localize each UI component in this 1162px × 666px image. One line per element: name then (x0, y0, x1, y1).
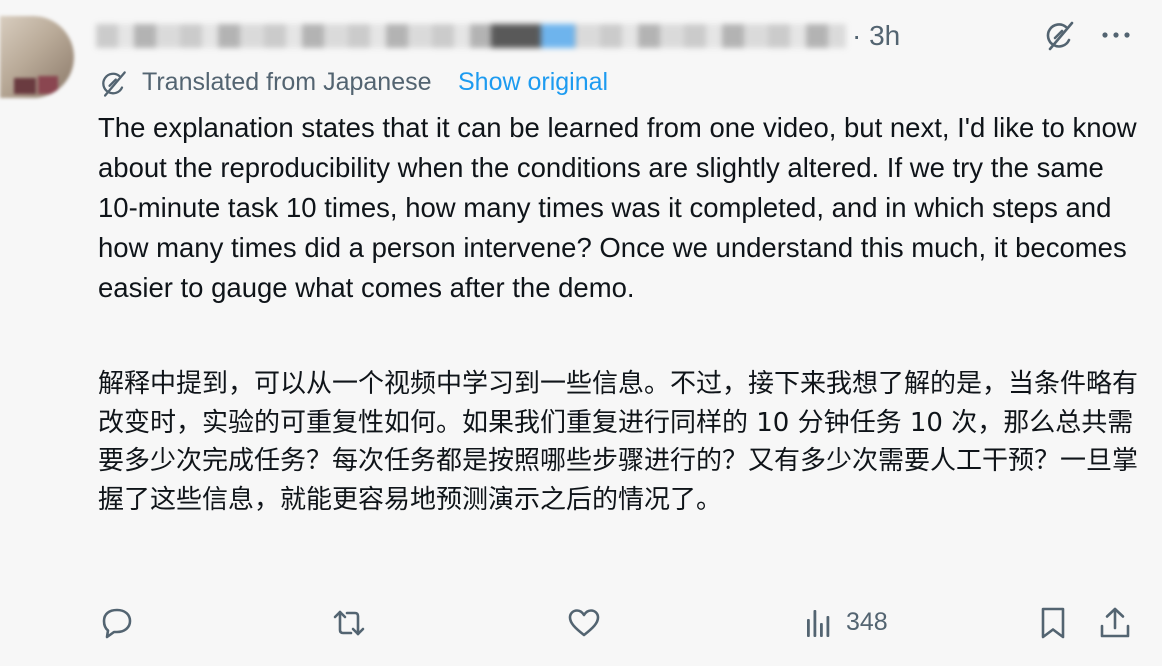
repost-icon[interactable] (330, 604, 368, 642)
blurred-block (541, 24, 575, 48)
blurred-author-name[interactable] (96, 24, 846, 48)
blurred-block (491, 24, 541, 48)
translated-from-label: Translated from Japanese (142, 68, 432, 96)
avatar-blur-spot (38, 76, 58, 94)
grok-icon[interactable] (1042, 18, 1078, 54)
translate-icon (98, 68, 130, 100)
avatar-blur-spot (14, 78, 36, 94)
post-timestamp[interactable]: · 3h (852, 20, 900, 52)
post-text-chinese: 解释中提到，可以从一个视频中学习到一些信息。不过，接下来我想了解的是，当条件略有… (98, 369, 1139, 515)
bookmark-icon[interactable] (1034, 604, 1072, 642)
post-header: · 3h (96, 14, 1156, 58)
more-icon[interactable] (1098, 20, 1134, 50)
like-icon[interactable] (565, 604, 603, 642)
show-original-link[interactable]: Show original (458, 68, 608, 97)
views-count[interactable]: 348 (846, 608, 888, 637)
avatar[interactable] (0, 16, 74, 98)
share-icon[interactable] (1096, 604, 1134, 642)
post-text-english: The explanation states that it can be le… (98, 112, 1137, 303)
reply-icon[interactable] (98, 604, 136, 642)
post-action-bar: 348 (98, 600, 1138, 648)
views-icon[interactable] (800, 604, 838, 642)
timestamp-value[interactable]: 3h (869, 20, 900, 51)
